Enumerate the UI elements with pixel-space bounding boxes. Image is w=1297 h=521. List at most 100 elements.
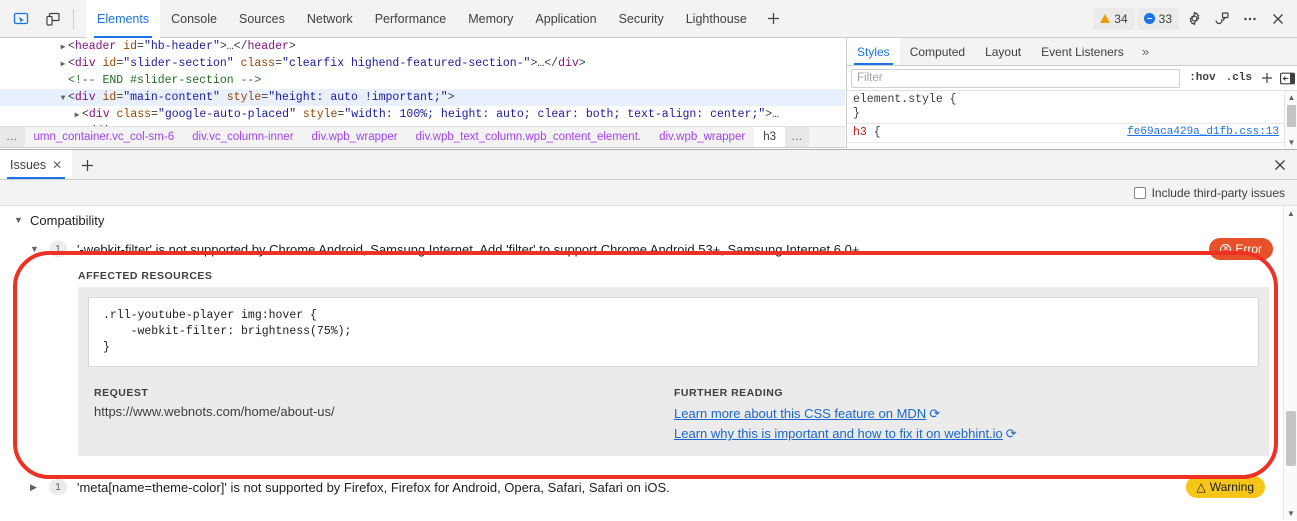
tab-security[interactable]: Security xyxy=(608,0,675,38)
tab-memory-label: Memory xyxy=(468,12,513,26)
dom-token-attr: id xyxy=(103,57,117,70)
tab-lighthouse[interactable]: Lighthouse xyxy=(675,0,758,38)
more-options-icon[interactable] xyxy=(1237,6,1263,32)
dom-token-punc: > xyxy=(448,91,455,104)
tab-styles[interactable]: Styles xyxy=(847,38,900,65)
device-toolbar-icon[interactable] xyxy=(39,5,67,33)
tab-layout[interactable]: Layout xyxy=(975,38,1031,65)
scroll-down-icon[interactable]: ▼ xyxy=(1285,136,1297,148)
element-style-close: } xyxy=(853,107,1291,121)
chevron-right-icon[interactable]: ▶ xyxy=(58,39,68,56)
scroll-thumb[interactable] xyxy=(1286,411,1296,466)
dom-tree-row[interactable]: ▶<div class="google-auto-placed" style="… xyxy=(0,106,845,123)
dom-token-punc: < xyxy=(68,57,75,70)
breadcrumb-item-h3[interactable]: h3 xyxy=(754,126,785,148)
dom-tree[interactable]: ▶<header id="hb-header">…</header>▶<div … xyxy=(0,38,845,126)
breadcrumb-item-wpb-wrapper-2[interactable]: div.wpb_wrapper xyxy=(650,126,754,148)
breadcrumb-item-wpb-wrapper-1[interactable]: div.wpb_wrapper xyxy=(303,126,407,148)
warning-counter[interactable]: 34 xyxy=(1093,8,1134,30)
drawer-tab-close-icon[interactable]: ✕ xyxy=(52,159,62,171)
dom-token-punc xyxy=(96,57,103,70)
further-reading-link-webhint[interactable]: Learn why this is important and how to f… xyxy=(674,424,1017,444)
checkbox-box[interactable] xyxy=(1134,187,1146,199)
chevron-right-icon[interactable]: ▶ xyxy=(30,482,39,493)
dom-tree-row[interactable]: <!-- END #slider-section --> xyxy=(0,72,845,89)
breadcrumb-overflow-right[interactable]: … xyxy=(785,126,810,148)
dom-token-val: "width: 100%; height: auto; clear: both;… xyxy=(344,108,765,121)
dom-token-attr: id xyxy=(123,40,137,53)
tab-performance[interactable]: Performance xyxy=(364,0,458,38)
toolbar-left-icons xyxy=(0,5,67,33)
dom-token-val: "slider-section" xyxy=(123,57,233,70)
inspect-cursor-icon[interactable] xyxy=(7,5,35,33)
close-icon xyxy=(1273,158,1287,172)
element-classes-button[interactable]: .cls xyxy=(1221,72,1257,84)
tab-console[interactable]: Console xyxy=(160,0,228,38)
affected-resources-container: .rll-youtube-player img:hover { -webkit-… xyxy=(78,287,1269,377)
dom-token-tag: div xyxy=(89,108,110,121)
scroll-up-icon[interactable]: ▲ xyxy=(1285,91,1297,103)
style-rule-h3[interactable]: h3 { fe69aca429a_d1fb.css:13 xyxy=(847,124,1297,143)
style-rule-element-style[interactable]: element.style { } xyxy=(847,91,1297,124)
tab-event-listeners-label: Event Listeners xyxy=(1041,45,1124,59)
style-source-link[interactable]: fe69aca429a_d1fb.css:13 xyxy=(1127,126,1279,138)
dom-token-attr: style xyxy=(227,91,262,104)
tab-computed-label: Computed xyxy=(910,45,965,59)
dom-token-punc xyxy=(96,91,103,104)
close-devtools-icon[interactable] xyxy=(1265,6,1291,32)
request-url: https://www.webnots.com/home/about-us/ xyxy=(94,404,668,419)
chevron-right-icon[interactable]: ▶ xyxy=(72,107,82,124)
tab-sources-label: Sources xyxy=(239,12,285,26)
gear-icon[interactable] xyxy=(1181,6,1207,32)
tab-sources[interactable]: Sources xyxy=(228,0,296,38)
issue-count-badge: 1 xyxy=(49,241,67,257)
issue-category-label: Compatibility xyxy=(30,213,104,228)
plus-icon xyxy=(80,158,95,173)
issue-category-compatibility[interactable]: ▼ Compatibility xyxy=(0,206,1297,234)
tab-elements[interactable]: Elements xyxy=(86,0,160,38)
breadcrumb-item-column-container[interactable]: umn_container.vc_col-sm-6 xyxy=(25,126,184,148)
computed-sidebar-toggle-icon[interactable] xyxy=(1277,68,1297,88)
dom-tree-row[interactable]: ▶<div id="slider-section" class="clearfi… xyxy=(0,55,845,72)
new-style-rule-icon[interactable] xyxy=(1257,68,1277,88)
further-reading-link-mdn[interactable]: Learn more about this CSS feature on MDN… xyxy=(674,404,1017,424)
chevron-down-icon[interactable]: ▼ xyxy=(58,90,68,107)
issue-row-theme-color[interactable]: ▶ 1 'meta[name=theme-color]' is not supp… xyxy=(0,472,1297,502)
chevron-double-right-icon[interactable]: » xyxy=(1134,38,1157,65)
breadcrumb-overflow-left[interactable]: … xyxy=(0,126,25,148)
drawer-tab-issues[interactable]: Issues ✕ xyxy=(0,150,72,179)
tab-application[interactable]: Application xyxy=(524,0,607,38)
tab-event-listeners[interactable]: Event Listeners xyxy=(1031,38,1134,65)
breadcrumb-item-wpb-text-column[interactable]: div.wpb_text_column.wpb_content_element. xyxy=(407,126,650,148)
element-style-brace-open: { xyxy=(950,93,957,106)
chevron-down-icon[interactable]: ▼ xyxy=(14,215,23,225)
styles-scrollbar[interactable]: ▲ ▼ xyxy=(1284,91,1297,148)
status-badge-error-label: Error xyxy=(1235,242,1262,256)
add-panel-button[interactable] xyxy=(758,0,790,38)
chevron-right-icon[interactable]: ▶ xyxy=(58,56,68,73)
scroll-down-icon[interactable]: ▼ xyxy=(1284,506,1297,520)
chevron-down-icon[interactable]: ▼ xyxy=(30,244,39,254)
issue-row-webkit-filter[interactable]: ▼ 1 '-webkit-filter' is not supported by… xyxy=(0,234,1297,264)
message-counter[interactable]: 33 xyxy=(1137,8,1179,30)
tab-network[interactable]: Network xyxy=(296,0,364,38)
h3-selector: h3 xyxy=(853,126,867,139)
dom-tree-row[interactable]: ▶<header id="hb-header">…</header> xyxy=(0,38,845,55)
drawer-add-tab-button[interactable] xyxy=(72,150,102,180)
customize-icon-svg xyxy=(1214,11,1230,27)
tab-computed[interactable]: Computed xyxy=(900,38,975,65)
styles-filter-input[interactable] xyxy=(851,69,1180,88)
scroll-thumb[interactable] xyxy=(1287,105,1296,127)
dom-tree-row[interactable]: ▼<div id="main-content" style="height: a… xyxy=(0,89,845,106)
breadcrumb-item-vc-column-inner[interactable]: div.vc_column-inner xyxy=(183,126,302,148)
tab-memory[interactable]: Memory xyxy=(457,0,524,38)
dom-token-punc xyxy=(296,108,303,121)
styles-filter-bar: :hov .cls xyxy=(847,66,1297,91)
inspect-cursor-icon-svg xyxy=(13,11,29,27)
toggle-element-state-button[interactable]: :hov xyxy=(1184,72,1220,84)
customize-icon[interactable] xyxy=(1209,6,1235,32)
include-third-party-issues-checkbox[interactable]: Include third-party issues xyxy=(1134,186,1285,200)
drawer-close-button[interactable] xyxy=(1269,154,1291,176)
scroll-up-icon[interactable]: ▲ xyxy=(1284,206,1297,220)
issues-scrollbar[interactable]: ▲ ▼ xyxy=(1283,206,1297,520)
